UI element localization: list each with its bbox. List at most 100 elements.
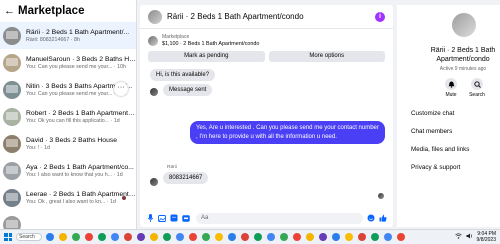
conversation-thumbnail <box>3 161 21 180</box>
taskbar-app-icon[interactable] <box>72 233 80 241</box>
info-icon[interactable]: i <box>375 11 385 22</box>
more-options-icon[interactable]: ··· <box>114 82 128 96</box>
taskbar-search[interactable]: Search <box>16 233 42 241</box>
conversation-preview: Rärii: 8083214667 · 8h <box>26 36 80 43</box>
message-thread: Hi, is this available? Message sent Yes,… <box>140 65 393 203</box>
conversation-name: ManuelSaroun · 3 Beds 2 Baths Ho... <box>26 55 136 63</box>
taskbar-app-icon[interactable] <box>332 233 340 241</box>
taskbar-app-icon[interactable] <box>397 233 405 241</box>
microphone-icon[interactable] <box>146 214 154 222</box>
taskbar-app-icon[interactable] <box>98 233 106 241</box>
listing-avatar[interactable] <box>452 13 476 37</box>
more-options-button[interactable]: More options <box>268 51 385 62</box>
search-button[interactable]: Search <box>466 78 488 98</box>
taskbar-app-icon[interactable] <box>137 233 145 241</box>
conversation-name: Aya · 2 Beds 1 Bath Apartment/co... <box>26 163 134 171</box>
chat-header: Rärii · 2 Beds 1 Bath Apartment/condo i <box>140 5 393 29</box>
message-bubble-incoming: Message sent <box>163 84 213 96</box>
taskbar-app-icon[interactable] <box>124 233 132 241</box>
taskbar-app-icon[interactable] <box>59 233 67 241</box>
conversation-text: Aya · 2 Beds 1 Bath Apartment/co... You: … <box>26 164 136 178</box>
chat-title[interactable]: Rärii · 2 Beds 1 Bath Apartment/condo <box>167 12 375 21</box>
conversation-name: Rärii · 2 Beds 1 Bath Apartment/... <box>26 28 130 36</box>
windows-start-icon[interactable] <box>4 233 12 241</box>
taskbar-app-icon[interactable] <box>267 233 275 241</box>
emoji-icon[interactable] <box>367 214 375 222</box>
menu-privacy-support[interactable]: Privacy & support <box>411 164 499 171</box>
contact-avatar[interactable] <box>150 88 158 96</box>
image-icon[interactable] <box>158 214 166 222</box>
taskbar-app-icon[interactable] <box>202 233 210 241</box>
conversation-thumbnail <box>3 188 21 207</box>
taskbar-apps <box>46 233 405 241</box>
taskbar-app-icon[interactable] <box>384 233 392 241</box>
taskbar-app-icon[interactable] <box>111 233 119 241</box>
conversation-preview: You: Can you please send me your... · 10… <box>26 63 126 70</box>
gif-icon[interactable] <box>182 214 190 222</box>
conversation-text: ManuelSaroun · 3 Beds 2 Baths Ho... You: … <box>26 56 136 70</box>
menu-customize-chat[interactable]: Customize chat <box>411 110 499 117</box>
conversation-item[interactable] <box>0 211 136 229</box>
conversation-preview: You: Ok , great I also want to kn... · 1… <box>26 198 116 205</box>
taskbar-app-icon[interactable] <box>254 233 262 241</box>
conversation-item[interactable]: David · 3 Beds 2 Baths House You: ! · 1d <box>0 130 136 157</box>
bell-icon <box>445 78 457 90</box>
taskbar-app-icon[interactable] <box>345 233 353 241</box>
taskbar-app-icon[interactable] <box>280 233 288 241</box>
message-input[interactable]: Aa <box>196 212 363 224</box>
sidebar-header: ← Marketplace <box>0 0 136 22</box>
taskbar-app-icon[interactable] <box>215 233 223 241</box>
taskbar-app-icon[interactable] <box>228 233 236 241</box>
conversation-details-panel: Rärii · 2 Beds 1 Bath Apartment/condo Ac… <box>397 5 500 227</box>
conversation-name: Leerae · 2 Beds 1 Bath Apartment/c... <box>26 190 136 198</box>
menu-chat-members[interactable]: Chat members <box>411 128 499 135</box>
clock[interactable]: 9:04 PM 9/8/2023 <box>477 231 496 243</box>
conversation-name: Robert · 2 Beds 1 Bath Apartment/c... <box>26 109 136 117</box>
details-title: Rärii · 2 Beds 1 Bath Apartment/condo <box>430 47 496 63</box>
conversation-item[interactable]: Nitin · 3 Beds 3 Baths Apartment/... You:… <box>0 76 136 103</box>
wifi-icon[interactable] <box>454 233 462 241</box>
conversation-text: David · 3 Beds 2 Baths House You: ! · 1d <box>26 137 136 151</box>
conversation-item[interactable]: Leerae · 2 Beds 1 Bath Apartment/c... You… <box>0 184 136 211</box>
conversation-item[interactable]: Robert · 2 Beds 1 Bath Apartment/c... You… <box>0 103 136 130</box>
conversation-item[interactable]: ManuelSaroun · 3 Beds 2 Baths Ho... You: … <box>0 49 136 76</box>
back-arrow-icon[interactable]: ← <box>4 5 16 17</box>
conversation-text: Leerae · 2 Beds 1 Bath Apartment/c... You… <box>26 191 136 205</box>
search-label: Search <box>469 92 485 98</box>
conversation-list: Rärii · 2 Beds 1 Bath Apartment/... Rärii… <box>0 22 136 229</box>
taskbar-app-icon[interactable] <box>46 233 54 241</box>
mark-as-pending-button[interactable]: Mark as pending <box>148 51 265 62</box>
thumbs-up-icon[interactable] <box>379 214 387 222</box>
taskbar-app-icon[interactable] <box>150 233 158 241</box>
contact-avatar[interactable] <box>150 178 158 186</box>
taskbar-app-icon[interactable] <box>85 233 93 241</box>
conversation-item[interactable]: Rärii · 2 Beds 1 Bath Apartment/... Rärii… <box>0 22 136 49</box>
taskbar-app-icon[interactable] <box>189 233 197 241</box>
taskbar-app-icon[interactable] <box>306 233 314 241</box>
volume-icon[interactable] <box>466 233 473 241</box>
conversation-sidebar: ← Marketplace Rärii · 2 Beds 1 Bath Apar… <box>0 0 137 229</box>
taskbar-app-icon[interactable] <box>241 233 249 241</box>
taskbar-app-icon[interactable] <box>163 233 171 241</box>
marketplace-label: Marketplace <box>162 34 190 40</box>
message-composer: Aa <box>140 209 393 227</box>
conversation-item[interactable]: Aya · 2 Beds 1 Bath Apartment/co... You: … <box>0 157 136 184</box>
listing-thumbnail[interactable] <box>148 9 162 24</box>
conversation-thumbnail <box>3 134 21 153</box>
taskbar-app-icon[interactable] <box>176 233 184 241</box>
sticker-icon[interactable] <box>170 214 178 222</box>
message-bubble-incoming: 8083214667 <box>163 172 209 184</box>
listing-card-thumbnail <box>148 35 158 46</box>
conversation-preview: You: I also want to know that you h... ·… <box>26 171 123 178</box>
taskbar-app-icon[interactable] <box>319 233 327 241</box>
conversation-text: Rärii · 2 Beds 1 Bath Apartment/... Rärii… <box>26 29 136 43</box>
menu-media-files-links[interactable]: Media, files and links <box>411 146 499 153</box>
clock-date: 9/8/2023 <box>476 237 496 243</box>
mute-button[interactable]: Mute <box>440 78 462 98</box>
taskbar-app-icon[interactable] <box>371 233 379 241</box>
chat-panel: Rärii · 2 Beds 1 Bath Apartment/condo i … <box>140 5 393 227</box>
mute-label: Mute <box>445 92 457 98</box>
active-status: Active 9 minutes ago <box>439 66 487 72</box>
taskbar-app-icon[interactable] <box>293 233 301 241</box>
taskbar-app-icon[interactable] <box>358 233 366 241</box>
